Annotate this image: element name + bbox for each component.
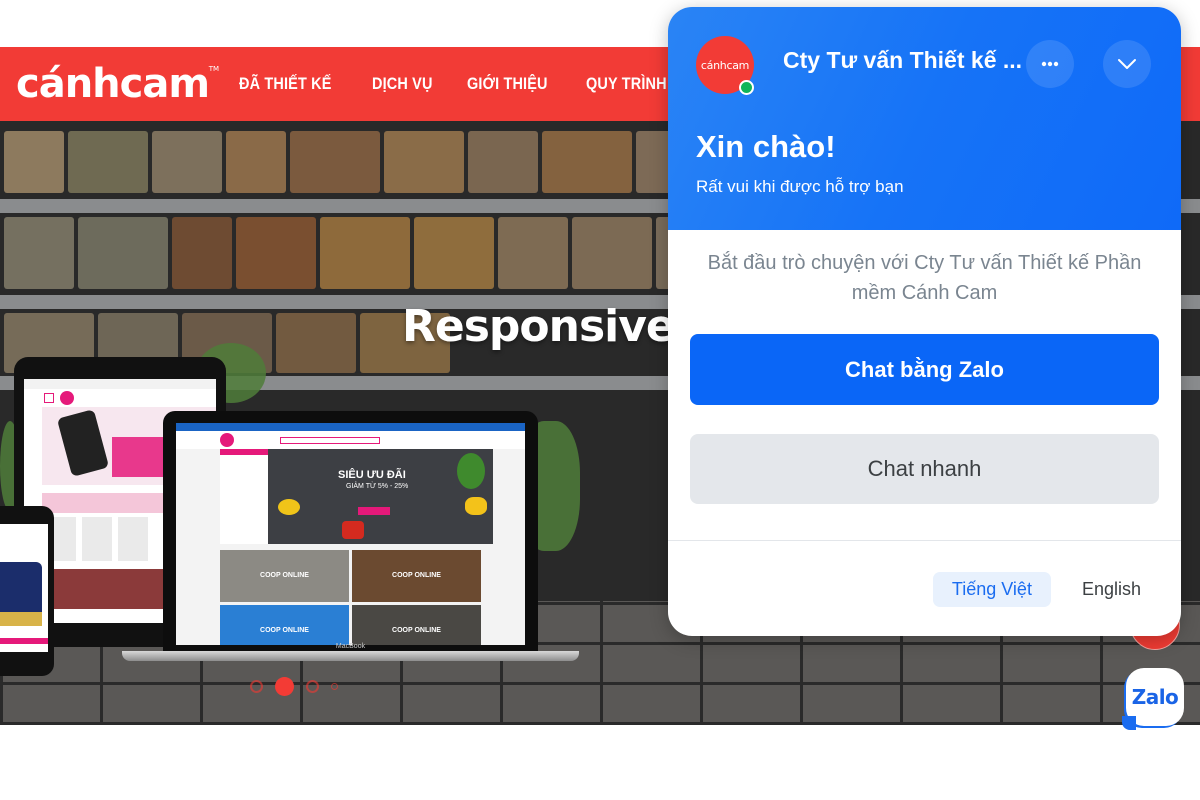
language-switcher: Tiếng Việt English: [932, 572, 1153, 607]
org-name: Cty Tư vấn Thiết kế ...: [783, 47, 1023, 73]
tile-label: COOP ONLINE: [392, 627, 441, 634]
slider-dot-active[interactable]: [275, 677, 294, 696]
chat-bubble-tail-icon: [1122, 716, 1136, 730]
macbook-label: MacBook: [335, 643, 366, 650]
site-logo[interactable]: cánhcam TM: [16, 61, 219, 107]
phone-mockup: [0, 506, 54, 676]
nav-item-services[interactable]: DỊCH VỤ: [372, 74, 433, 94]
avatar-logo-text: cánhcam: [700, 58, 750, 72]
nav-item-about[interactable]: GIỚI THIỆU: [467, 74, 548, 94]
laptop-base: [122, 651, 579, 661]
zalo-launcher-label: Zalo: [1131, 685, 1179, 709]
collapse-widget-button[interactable]: [1103, 40, 1151, 88]
logo-text: cánhcam: [16, 61, 210, 107]
greeting-subtitle: Rất vui khi được hỗ trợ bạn: [696, 177, 904, 196]
intro-line-2: mềm Cánh Cam: [851, 282, 998, 304]
zalo-chat-launcher[interactable]: Zalo: [1122, 668, 1184, 730]
zalo-chat-widget: cánhcam Cty Tư vấn Thiết kế ... Xin chào…: [668, 7, 1181, 636]
laptop-screen: SIÊU ƯU ĐÃI GIẢM TỪ 5% - 25% COOP ONLINE…: [176, 423, 525, 645]
quick-chat-button[interactable]: Chat nhanh: [690, 434, 1159, 504]
slider-dot[interactable]: [250, 680, 263, 693]
chevron-down-icon: [1118, 59, 1136, 69]
online-status-indicator: [739, 80, 754, 95]
laptop-tile: COOP ONLINE: [352, 550, 481, 602]
hero-title: Responsive: [402, 301, 676, 352]
laptop-banner-title: SIÊU ƯU ĐÃI: [338, 469, 406, 481]
tile-label: COOP ONLINE: [392, 572, 441, 579]
slider-dots: [250, 677, 338, 696]
chat-widget-body: Bắt đầu trò chuyện với Cty Tư vấn Thiết …: [668, 230, 1181, 504]
logo-trademark: TM: [208, 65, 220, 73]
phone-screen: [0, 524, 48, 652]
divider: [668, 540, 1181, 541]
laptop-mockup: SIÊU ƯU ĐÃI GIẢM TỪ 5% - 25% COOP ONLINE…: [163, 411, 538, 651]
more-horizontal-icon: [1041, 61, 1059, 67]
language-option-vietnamese[interactable]: Tiếng Việt: [932, 572, 1051, 607]
chat-widget-header: cánhcam Cty Tư vấn Thiết kế ... Xin chào…: [668, 7, 1181, 230]
laptop-banner-sub: GIẢM TỪ 5% - 25%: [346, 483, 409, 490]
nav-item-process[interactable]: QUY TRÌNH: [586, 74, 667, 94]
intro-text: Bắt đầu trò chuyện với Cty Tư vấn Thiết …: [690, 248, 1159, 308]
slider-dot[interactable]: [331, 683, 338, 690]
more-options-button[interactable]: [1026, 40, 1074, 88]
laptop-tile: COOP ONLINE: [220, 550, 349, 602]
laptop-banner: SIÊU ƯU ĐÃI GIẢM TỪ 5% - 25%: [268, 449, 493, 544]
chat-with-zalo-button[interactable]: Chat bằng Zalo: [690, 334, 1159, 405]
intro-line-1: Bắt đầu trò chuyện với Cty Tư vấn Thiết …: [707, 252, 1142, 274]
language-option-english[interactable]: English: [1063, 572, 1153, 607]
main-nav: ĐÃ THIẾT KẾ DỊCH VỤ GIỚI THIỆU QUY TRÌNH: [239, 74, 681, 94]
greeting-title: Xin chào!: [696, 129, 836, 164]
tile-label: COOP ONLINE: [260, 572, 309, 579]
page: cánhcam TM ĐÃ THIẾT KẾ DỊCH VỤ GIỚI THIỆU…: [0, 0, 1200, 800]
laptop-tile: COOP ONLINE: [220, 605, 349, 645]
slider-dot[interactable]: [306, 680, 319, 693]
tile-label: COOP ONLINE: [260, 627, 309, 634]
laptop-tile: COOP ONLINE: [352, 605, 481, 645]
nav-item-portfolio[interactable]: ĐÃ THIẾT KẾ: [239, 74, 332, 94]
